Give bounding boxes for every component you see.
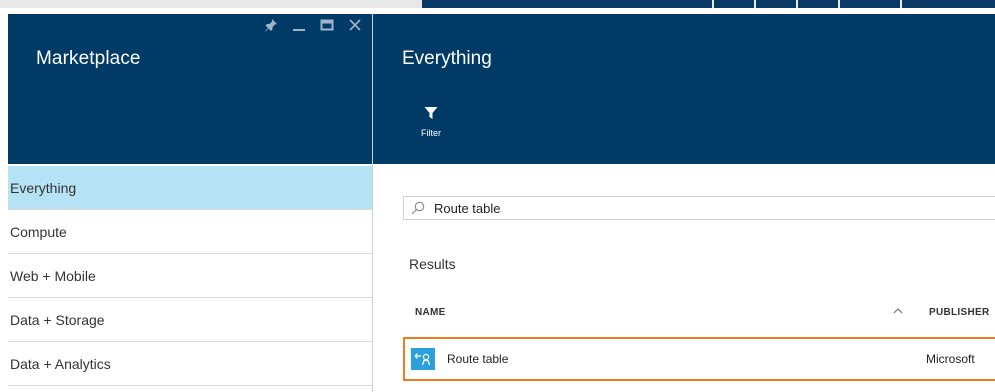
background-blade-strip xyxy=(714,0,754,8)
column-header-publisher[interactable]: PUBLISHER xyxy=(929,307,989,318)
everything-header: Everything Filter xyxy=(373,14,995,164)
filter-label: Filter xyxy=(421,128,441,138)
search-box xyxy=(403,196,995,220)
window-controls xyxy=(264,18,362,32)
minimize-icon[interactable] xyxy=(292,18,306,32)
marketplace-blade: Marketplace Everything Compute Web + Mob… xyxy=(8,14,372,392)
result-publisher: Microsoft xyxy=(926,352,975,366)
category-everything[interactable]: Everything xyxy=(8,166,372,210)
sort-ascending-icon[interactable] xyxy=(893,303,903,321)
search-icon xyxy=(411,201,425,215)
category-label: Web + Mobile xyxy=(10,267,96,284)
category-compute[interactable]: Compute xyxy=(8,210,372,254)
category-list: Everything Compute Web + Mobile Data + S… xyxy=(8,166,372,386)
background-blade-strip xyxy=(840,0,900,8)
category-data-analytics[interactable]: Data + Analytics xyxy=(8,342,372,386)
top-strip xyxy=(0,0,995,8)
column-header-name[interactable]: NAME xyxy=(415,307,446,318)
maximize-icon[interactable] xyxy=(320,18,334,32)
close-icon[interactable] xyxy=(348,18,362,32)
marketplace-header: Marketplace xyxy=(8,14,372,164)
category-label: Compute xyxy=(10,223,67,240)
category-label: Everything xyxy=(10,179,77,196)
filter-icon xyxy=(424,106,438,125)
category-label: Data + Analytics xyxy=(10,355,111,372)
route-table-icon xyxy=(411,348,435,370)
background-blade-strip xyxy=(756,0,796,8)
search-input[interactable] xyxy=(434,200,954,216)
background-blade-strip xyxy=(798,0,838,8)
marketplace-title: Marketplace xyxy=(36,48,141,69)
background-blade-strip xyxy=(422,0,712,8)
background-blade-strip xyxy=(902,0,995,8)
pin-icon[interactable] xyxy=(264,18,278,32)
category-data-storage[interactable]: Data + Storage xyxy=(8,298,372,342)
everything-blade: Everything Filter Results NAME PUBLISHER xyxy=(373,14,995,392)
results-label: Results xyxy=(409,256,456,272)
everything-title: Everything xyxy=(402,48,492,69)
result-row-route-table[interactable]: Route table Microsoft xyxy=(403,337,995,381)
filter-button[interactable]: Filter xyxy=(413,106,449,148)
result-name: Route table xyxy=(447,352,509,366)
category-label: Data + Storage xyxy=(10,311,105,328)
category-web-mobile[interactable]: Web + Mobile xyxy=(8,254,372,298)
